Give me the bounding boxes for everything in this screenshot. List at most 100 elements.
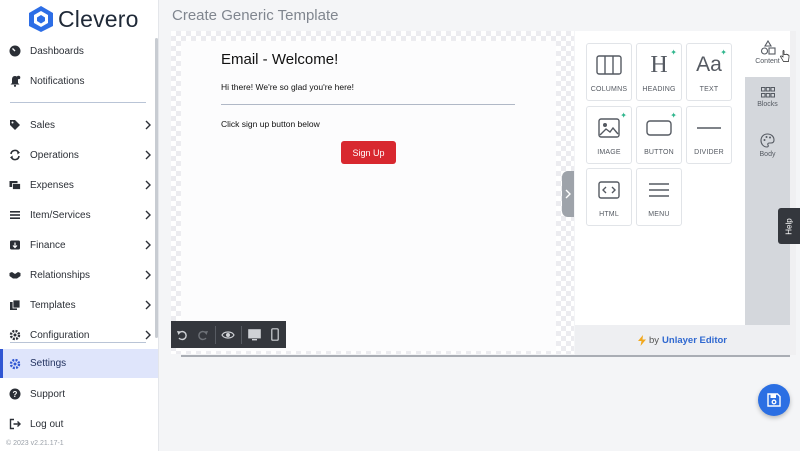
tab-body[interactable]: Body <box>745 125 790 171</box>
sidebar-item-item-services[interactable]: Item/Services <box>0 201 158 229</box>
ai-sparkle-icon: ✦ <box>670 48 677 57</box>
tool-columns[interactable]: COLUMNS <box>586 43 632 101</box>
tool-button[interactable]: ✦ BUTTON <box>636 106 682 164</box>
desktop-icon <box>248 328 261 340</box>
sidebar-item-configuration[interactable]: Configuration <box>0 321 158 349</box>
tool-label: MENU <box>648 211 670 218</box>
tool-label: HEADING <box>642 86 676 93</box>
undo-icon <box>176 330 187 340</box>
tool-menu[interactable]: MENU <box>636 168 682 226</box>
email-instruction-text[interactable]: Click sign up button below <box>221 119 320 129</box>
undo-button[interactable] <box>171 321 192 348</box>
clevero-logo-icon <box>29 6 53 32</box>
tool-divider[interactable]: DIVIDER <box>686 106 732 164</box>
ai-sparkle-icon: ✦ <box>720 48 727 57</box>
version-text: © 2023 v2.21.17-1 <box>6 440 64 447</box>
sidebar-item-operations[interactable]: Operations <box>0 141 158 169</box>
tools-panel: COLUMNS ✦ H HEADING ✦ Aa TEXT ✦ IMAGE ✦ … <box>575 31 745 325</box>
bank-icon <box>9 239 21 251</box>
email-greeting-text[interactable]: Hi there! We're so glad you're here! <box>221 82 354 92</box>
copy-icon <box>9 299 21 311</box>
sidebar-item-label: Finance <box>30 239 66 251</box>
email-heading[interactable]: Email - Welcome! <box>221 51 338 68</box>
tool-image[interactable]: ✦ IMAGE <box>586 106 632 164</box>
menu-icon <box>649 183 669 197</box>
ai-sparkle-icon: ✦ <box>620 111 627 120</box>
app-logo[interactable]: Clevero <box>28 4 139 34</box>
tab-label: Blocks <box>757 101 778 108</box>
tag-icon <box>9 119 21 131</box>
redo-button[interactable] <box>192 321 213 348</box>
tab-blocks[interactable]: Blocks <box>745 78 790 124</box>
sidebar-item-logout[interactable]: Log out <box>0 410 158 438</box>
tool-html[interactable]: HTML <box>586 168 632 226</box>
handshake-icon <box>9 269 21 281</box>
sidebar-divider <box>10 102 146 103</box>
divider-icon <box>697 127 721 129</box>
grid-icon <box>760 87 775 98</box>
tool-label: COLUMNS <box>590 86 628 93</box>
sidebar-item-finance[interactable]: Finance <box>0 231 158 259</box>
columns-icon <box>596 55 622 75</box>
editor-side-tabs: Content Blocks Body <box>745 31 790 325</box>
chevron-right-icon <box>145 330 151 340</box>
arrows-cycle-icon <box>9 149 21 161</box>
ai-sparkle-icon: ✦ <box>670 111 677 120</box>
unlayer-editor-link[interactable]: Unlayer Editor <box>662 335 727 346</box>
app-name: Clevero <box>58 5 139 32</box>
tool-label: BUTTON <box>644 149 674 156</box>
sidebar-item-label: Configuration <box>30 329 90 341</box>
email-body[interactable]: Email - Welcome! Hi there! We're so glad… <box>181 41 556 351</box>
mobile-icon <box>271 328 280 341</box>
desktop-view-button[interactable] <box>244 321 265 348</box>
palette-icon <box>760 133 775 148</box>
toolbar-separator <box>215 325 216 344</box>
editor-toolbar <box>171 321 286 348</box>
panel-collapse-handle[interactable] <box>562 171 574 217</box>
mobile-view-button[interactable] <box>265 321 286 348</box>
tool-heading[interactable]: ✦ H HEADING <box>636 43 682 101</box>
chevron-right-icon <box>145 150 151 160</box>
panel-scrollbar[interactable] <box>790 31 796 355</box>
sidebar-item-label: Relationships <box>30 269 91 281</box>
email-divider[interactable] <box>221 104 515 105</box>
sidebar-item-label: Expenses <box>30 179 74 191</box>
help-button[interactable]: Help <box>778 208 800 244</box>
sidebar-item-sales[interactable]: Sales <box>0 111 158 139</box>
money-icon <box>9 179 21 191</box>
chevron-right-icon <box>145 270 151 280</box>
sidebar-item-label: Operations <box>30 149 79 161</box>
tool-label: HTML <box>599 211 619 218</box>
sidebar: Clevero Dashboards Notifications Sales O… <box>0 0 159 451</box>
save-button[interactable] <box>758 384 790 416</box>
sidebar-item-settings[interactable]: Settings <box>0 349 158 378</box>
sidebar-item-relationships[interactable]: Relationships <box>0 261 158 289</box>
page-title: Create Generic Template <box>172 7 339 24</box>
tool-label: DIVIDER <box>694 149 724 156</box>
toolbar-separator <box>241 325 242 344</box>
email-canvas[interactable]: Email - Welcome! Hi there! We're so glad… <box>171 31 574 354</box>
tool-label: TEXT <box>699 86 719 93</box>
sidebar-item-templates[interactable]: Templates <box>0 291 158 319</box>
dashboard-gauge-icon <box>9 45 21 57</box>
preview-button[interactable] <box>218 321 239 348</box>
tool-text[interactable]: ✦ Aa TEXT <box>686 43 732 101</box>
bell-icon <box>9 75 21 87</box>
chevron-right-icon <box>145 180 151 190</box>
chevron-right-icon <box>145 120 151 130</box>
code-icon <box>598 181 620 199</box>
sidebar-item-dashboards[interactable]: Dashboards <box>0 37 158 65</box>
save-floppy-icon <box>767 393 781 407</box>
image-icon <box>598 118 620 138</box>
help-label: Help <box>784 217 794 235</box>
footer-by-text: by <box>649 334 660 346</box>
sidebar-item-notifications[interactable]: Notifications <box>0 67 158 95</box>
redo-icon <box>197 330 208 340</box>
chevron-right-icon <box>145 210 151 220</box>
editor-bottom-border <box>181 355 790 357</box>
svg-text:?: ? <box>13 390 18 399</box>
sidebar-item-support[interactable]: ? Support <box>0 380 158 408</box>
signup-button[interactable]: Sign Up <box>341 141 396 164</box>
text-icon: Aa <box>696 53 722 76</box>
sidebar-item-expenses[interactable]: Expenses <box>0 171 158 199</box>
